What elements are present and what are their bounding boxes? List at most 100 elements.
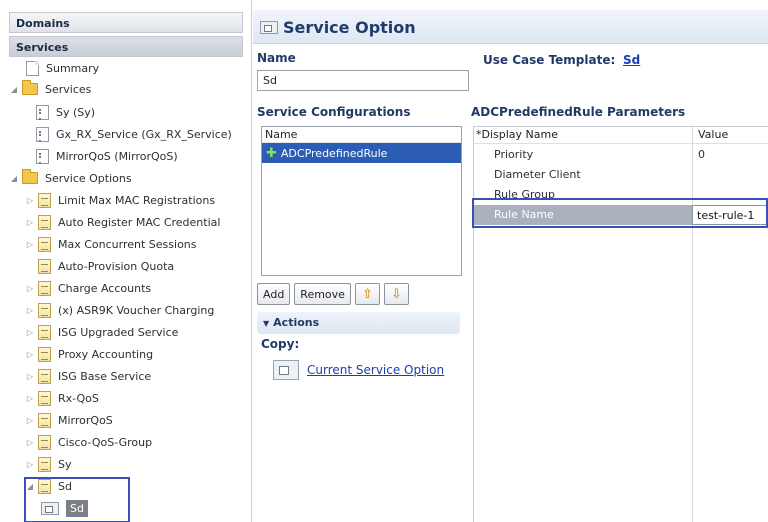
add-button[interactable]: Add [257,283,291,305]
tree-item-label: Limit Max MAC Registrations [58,193,216,207]
tree-item-service-option[interactable]: ▷ ISG Base Service [25,366,151,386]
collapse-arrow-icon[interactable]: ▷ [25,416,35,425]
tree-item-label: Sy [58,457,72,471]
tree-item-service-option[interactable]: ▷ Max Concurrent Sessions [25,234,197,254]
tree-item-label: Max Concurrent Sessions [58,237,197,251]
service-option-icon [38,280,51,296]
collapse-arrow-icon[interactable]: ▷ [25,240,35,249]
service-option-editor-icon [273,360,299,380]
collapse-arrow-icon[interactable]: ▷ [25,196,35,205]
tree-item-service-option[interactable]: ▷ ISG Upgraded Service [25,322,178,342]
document-icon [26,60,39,76]
tree-item-label: Service Options [45,171,132,185]
list-item-selected[interactable]: ✚ ADCPredefinedRule [262,143,461,163]
tree-item-service-option[interactable]: ▷ Proxy Accounting [25,344,153,364]
domains-accordion-header[interactable]: Domains [9,12,243,33]
parameters-table: *Display Name Value Priority 0 Diameter … [473,126,768,522]
tree-item-label: Services [45,82,92,96]
tree-item-service-option[interactable]: ▷ (x) ASR9K Voucher Charging [25,300,214,320]
services-accordion-header[interactable]: Services [9,36,243,57]
list-toolbar: Add Remove ⇧ ⇩ [257,283,409,305]
list-column-header: Name [262,127,461,143]
tree-item-service[interactable]: Sy (Sy) [36,102,95,122]
tree-item-label: Gx_RX_Service (Gx_RX_Service) [56,127,232,141]
tree-item-label: Summary [46,61,100,75]
collapse-arrow-icon[interactable]: ▷ [25,328,35,337]
editor-header: Service Option [253,10,768,44]
collapse-arrow-icon[interactable]: ▷ [25,350,35,359]
row-highlight-box [472,198,768,228]
page-title: Service Option [283,18,416,37]
copy-label: Copy: [261,337,300,351]
arrow-down-icon: ⇩ [390,286,402,302]
param-value[interactable]: 0 [698,148,705,161]
table-row[interactable]: Priority 0 [474,145,768,165]
tree-item-service[interactable]: MirrorQoS (MirrorQoS) [36,146,178,166]
service-option-icon [38,434,51,450]
tree-item-label: (x) ASR9K Voucher Charging [58,303,215,317]
parameters-title: ADCPredefinedRule Parameters [471,105,686,119]
service-configurations-label: Service Configurations [257,105,411,119]
navigator-panel: Domains Services Summary ◢ Services Sy (… [0,0,252,522]
remove-button[interactable]: Remove [294,283,351,305]
actions-section-header[interactable]: ▼ Actions [257,312,460,334]
tree-item-label: Auto-Provision Quota [58,259,175,273]
tree-item-service-option[interactable]: Auto-Provision Quota [25,256,174,276]
service-option-icon [38,302,51,318]
service-option-icon [38,346,51,362]
tree-highlight-box [24,477,130,522]
service-list-icon [36,104,49,120]
collapse-arrow-icon[interactable]: ▷ [25,438,35,447]
collapse-arrow-icon[interactable]: ▷ [25,218,35,227]
move-down-button[interactable]: ⇩ [383,283,409,305]
tree-item-service-option[interactable]: ▷ MirrorQoS [25,410,113,430]
name-input[interactable] [257,70,469,91]
tree-item-service-option[interactable]: ▷ Auto Register MAC Credential [25,212,220,232]
editor-panel: Service Option Name Use Case Template: S… [253,0,768,522]
tree-item-service-option[interactable]: ▷ Sy [25,454,72,474]
collapse-arrow-icon[interactable]: ▷ [25,460,35,469]
service-option-icon [38,368,51,384]
folder-icon [22,80,38,95]
name-label: Name [257,51,296,65]
service-list-icon [36,126,49,142]
tree-item-service-option[interactable]: ▷ Rx-QoS [25,388,99,408]
collapse-arrow-icon[interactable]: ▷ [25,284,35,293]
service-option-icon [38,192,51,208]
tree-folder-service-options[interactable]: ◢ Service Options [9,168,132,188]
table-row[interactable]: Diameter Client [474,165,768,185]
tree-item-label: Auto Register MAC Credential [58,215,221,229]
actions-label: Actions [273,316,320,329]
tree-item-service-option[interactable]: ▷ Cisco-QoS-Group [25,432,152,452]
collapse-arrow-icon[interactable]: ▷ [25,394,35,403]
tree-item-label: ISG Upgraded Service [58,325,179,339]
arrow-up-icon: ⇧ [361,286,373,302]
plus-icon: ✚ [266,145,277,161]
use-case-template-link[interactable]: Sd [623,53,640,67]
tree-item-service-option[interactable]: ▷ Limit Max MAC Registrations [25,190,215,210]
move-up-button[interactable]: ⇧ [354,283,380,305]
service-configurations-list[interactable]: Name ✚ ADCPredefinedRule [261,126,462,276]
expand-arrow-icon[interactable]: ◢ [9,85,19,94]
column-header-value[interactable]: Value [698,128,728,141]
service-list-icon [36,148,49,164]
tree-item-service-option[interactable]: ▷ Charge Accounts [25,278,151,298]
tree-folder-services[interactable]: ◢ Services [9,79,91,99]
tree-item-label: Charge Accounts [58,281,152,295]
param-name: Priority [494,148,534,161]
tree-item-label: Sy (Sy) [56,105,96,119]
tree-item-summary[interactable]: Summary [26,58,99,78]
collapse-arrow-icon[interactable]: ▷ [25,306,35,315]
collapse-arrow-icon[interactable]: ▷ [25,372,35,381]
column-header-display-name[interactable]: *Display Name [476,128,558,141]
param-name: Diameter Client [494,168,581,181]
table-header: *Display Name Value [474,127,768,144]
tree-item-label: MirrorQoS [58,413,113,427]
folder-icon [22,169,38,184]
service-option-editor-icon [260,21,278,34]
current-service-option-link[interactable]: Current Service Option [307,363,444,377]
expand-arrow-icon[interactable]: ◢ [9,174,19,183]
copy-current-service-option[interactable]: Current Service Option [273,360,444,380]
tree-item-label: Proxy Accounting [58,347,154,361]
tree-item-service[interactable]: Gx_RX_Service (Gx_RX_Service) [36,124,232,144]
